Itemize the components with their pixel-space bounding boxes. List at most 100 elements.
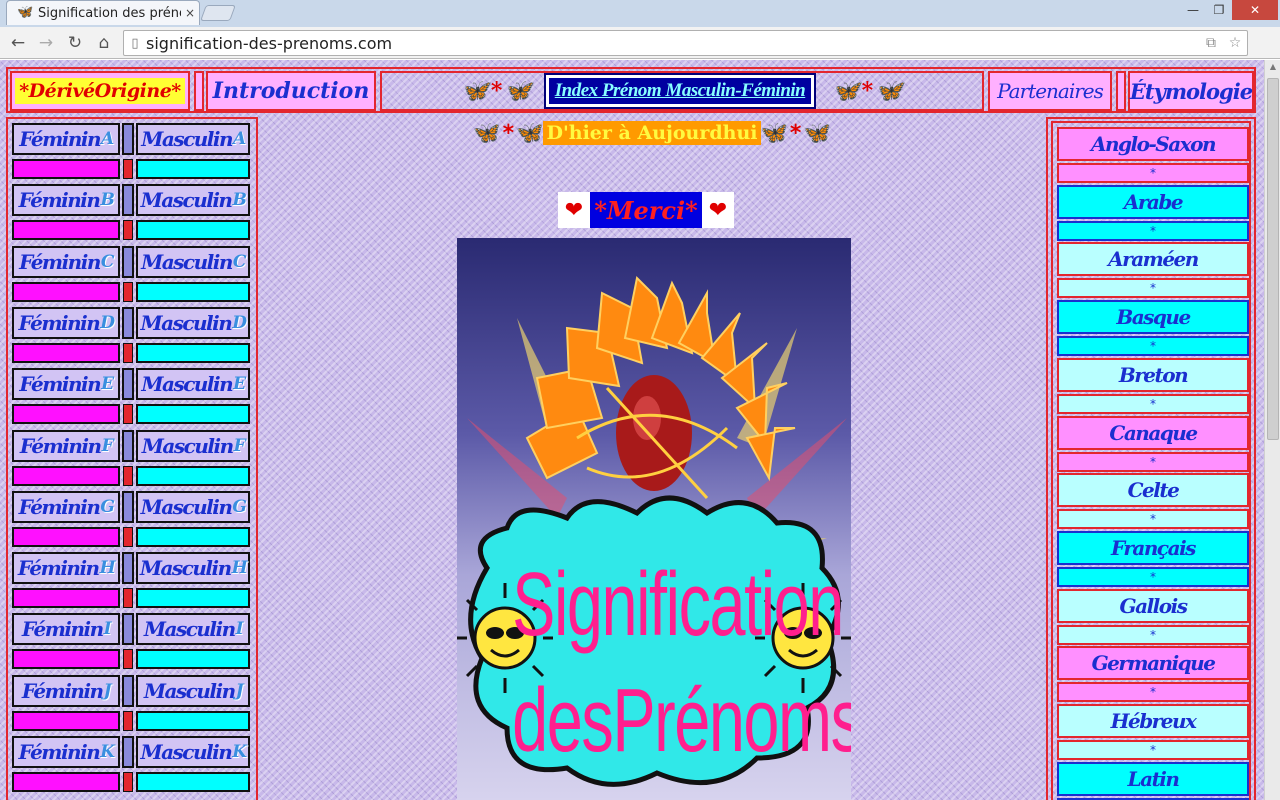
row-divider — [122, 490, 134, 523]
masculin-letter: A — [233, 129, 246, 149]
color-bar-row — [12, 281, 250, 304]
feminin-color-bar — [12, 588, 120, 609]
forward-arrow-icon[interactable]: → — [34, 31, 58, 55]
masculin-letter: E — [233, 374, 246, 395]
browser-tab[interactable]: 🦋 Signification des prénoms × — [6, 0, 200, 25]
scrollbar-thumb[interactable] — [1267, 78, 1279, 440]
feminin-link[interactable]: Féminin F — [12, 429, 120, 462]
feminin-color-bar — [12, 404, 120, 425]
origin-link[interactable]: Hébreux — [1057, 704, 1249, 738]
new-tab-button[interactable] — [200, 5, 236, 21]
masculin-link[interactable]: Masculin A — [136, 123, 250, 155]
masculin-link[interactable]: Masculin K — [136, 736, 250, 768]
masculin-color-bar — [136, 772, 250, 792]
reload-icon[interactable]: ↻ — [63, 31, 87, 55]
feminin-label: Féminin — [18, 188, 101, 213]
star-icon[interactable]: ☆ — [1223, 35, 1247, 51]
origin-link[interactable]: Latin — [1057, 761, 1249, 796]
origin-link[interactable]: Breton — [1057, 357, 1249, 392]
masculin-label: Masculin — [141, 372, 233, 397]
home-icon[interactable]: ⌂ — [92, 31, 116, 55]
masculin-link[interactable]: Masculin J — [136, 674, 250, 707]
window-close-button[interactable]: ✕ — [1232, 0, 1278, 20]
masculin-link[interactable]: Masculin G — [136, 490, 250, 523]
feminin-link[interactable]: Féminin A — [12, 123, 120, 155]
origin-separator: * — [1057, 509, 1249, 530]
feminin-link[interactable]: Féminin E — [12, 368, 120, 401]
translate-icon[interactable]: ⧉ — [1199, 35, 1223, 51]
masculin-link[interactable]: Masculin I — [136, 613, 250, 646]
url-text[interactable]: signification-des-prenoms.com — [146, 34, 1199, 53]
feminin-color-bar — [12, 281, 120, 302]
feminin-link[interactable]: Féminin H — [12, 552, 120, 585]
color-bar-row — [12, 710, 250, 733]
feminin-label: Féminin — [21, 678, 104, 703]
nav-introduction[interactable]: Introduction — [206, 71, 376, 111]
masculin-label: Masculin — [140, 188, 233, 213]
feminin-link[interactable]: Féminin I — [12, 613, 120, 646]
row-divider — [123, 772, 133, 792]
logo-title-line2: desPrénoms — [512, 671, 851, 771]
origin-link[interactable]: Gallois — [1057, 588, 1249, 623]
scroll-up-icon[interactable]: ▲ — [1268, 62, 1278, 72]
feminin-link[interactable]: Féminin B — [12, 184, 120, 217]
feminin-letter: J — [103, 680, 112, 701]
origin-link[interactable]: Arabe — [1057, 184, 1249, 219]
origin-link[interactable]: Canaque — [1057, 415, 1249, 450]
back-arrow-icon[interactable]: ← — [6, 31, 30, 55]
feminin-letter: A — [101, 129, 114, 149]
nav-index-link[interactable]: Index Prénom Masculin-Féminin — [543, 73, 817, 109]
letter-row: Féminin D Masculin D — [12, 306, 250, 339]
row-divider — [123, 588, 133, 609]
feminin-link[interactable]: Féminin C — [12, 245, 120, 278]
nav-partenaires-label: Partenaires — [997, 79, 1104, 103]
masculin-link[interactable]: Masculin E — [136, 368, 250, 401]
origin-separator: * — [1057, 278, 1249, 299]
row-divider — [122, 306, 134, 339]
butterfly-icon: 🦋 — [803, 120, 831, 146]
masculin-color-bar — [136, 281, 250, 302]
feminin-color-bar — [12, 465, 120, 486]
masculin-label: Masculin — [141, 433, 234, 458]
vertical-scrollbar[interactable]: ▲ — [1264, 60, 1280, 800]
feminin-link[interactable]: Féminin G — [12, 490, 120, 523]
feminin-link[interactable]: Féminin K — [12, 736, 120, 768]
maximize-button[interactable]: ❐ — [1206, 0, 1232, 20]
origin-link[interactable]: Germanique — [1057, 646, 1249, 681]
merci-banner[interactable]: ❤ *Merci* ❤ — [558, 191, 734, 229]
row-divider — [123, 404, 133, 425]
nav-derive-origine[interactable]: *DérivéOrigine* — [10, 71, 190, 111]
color-bar-row — [12, 526, 250, 549]
masculin-link[interactable]: Masculin H — [136, 552, 250, 585]
origin-link[interactable]: Anglo-Saxon — [1057, 127, 1249, 161]
origin-link[interactable]: Celte — [1057, 473, 1249, 508]
feminin-link[interactable]: Féminin J — [12, 674, 120, 707]
top-navigation: *DérivéOrigine* Introduction 🦋 * 🦋 Index… — [6, 67, 1256, 113]
nav-separator — [1116, 71, 1126, 111]
close-icon[interactable]: × — [181, 6, 199, 20]
masculin-color-bar — [136, 526, 250, 547]
butterfly-icon: 🦋 — [461, 78, 489, 104]
row-divider — [122, 245, 134, 278]
masculin-letter: C — [232, 251, 247, 272]
address-bar[interactable]: ▯ signification-des-prenoms.com ⧉ ☆ — [123, 30, 1248, 56]
minimize-button[interactable]: — — [1180, 0, 1206, 20]
masculin-link[interactable]: Masculin B — [136, 184, 250, 217]
origin-link[interactable]: Basque — [1057, 300, 1249, 335]
feminin-label: Féminin — [19, 249, 101, 274]
masculin-link[interactable]: Masculin D — [136, 306, 250, 339]
masculin-label: Masculin — [143, 678, 236, 703]
merci-label: *Merci* — [590, 192, 702, 228]
nav-etymologie[interactable]: Étymologie — [1128, 71, 1254, 111]
masculin-link[interactable]: Masculin F — [136, 429, 250, 462]
masculin-link[interactable]: Masculin C — [136, 245, 250, 278]
nav-partenaires[interactable]: Partenaires — [988, 71, 1112, 111]
origin-link[interactable]: Araméen — [1057, 242, 1249, 277]
letter-row: Féminin G Masculin G — [12, 490, 250, 523]
masculin-label: Masculin — [140, 740, 232, 764]
feminin-link[interactable]: Féminin D — [12, 306, 120, 339]
feminin-color-bar — [12, 526, 120, 547]
origin-link[interactable]: Français — [1057, 530, 1249, 565]
masculin-label: Masculin — [140, 310, 232, 335]
masculin-letter: B — [232, 190, 246, 211]
